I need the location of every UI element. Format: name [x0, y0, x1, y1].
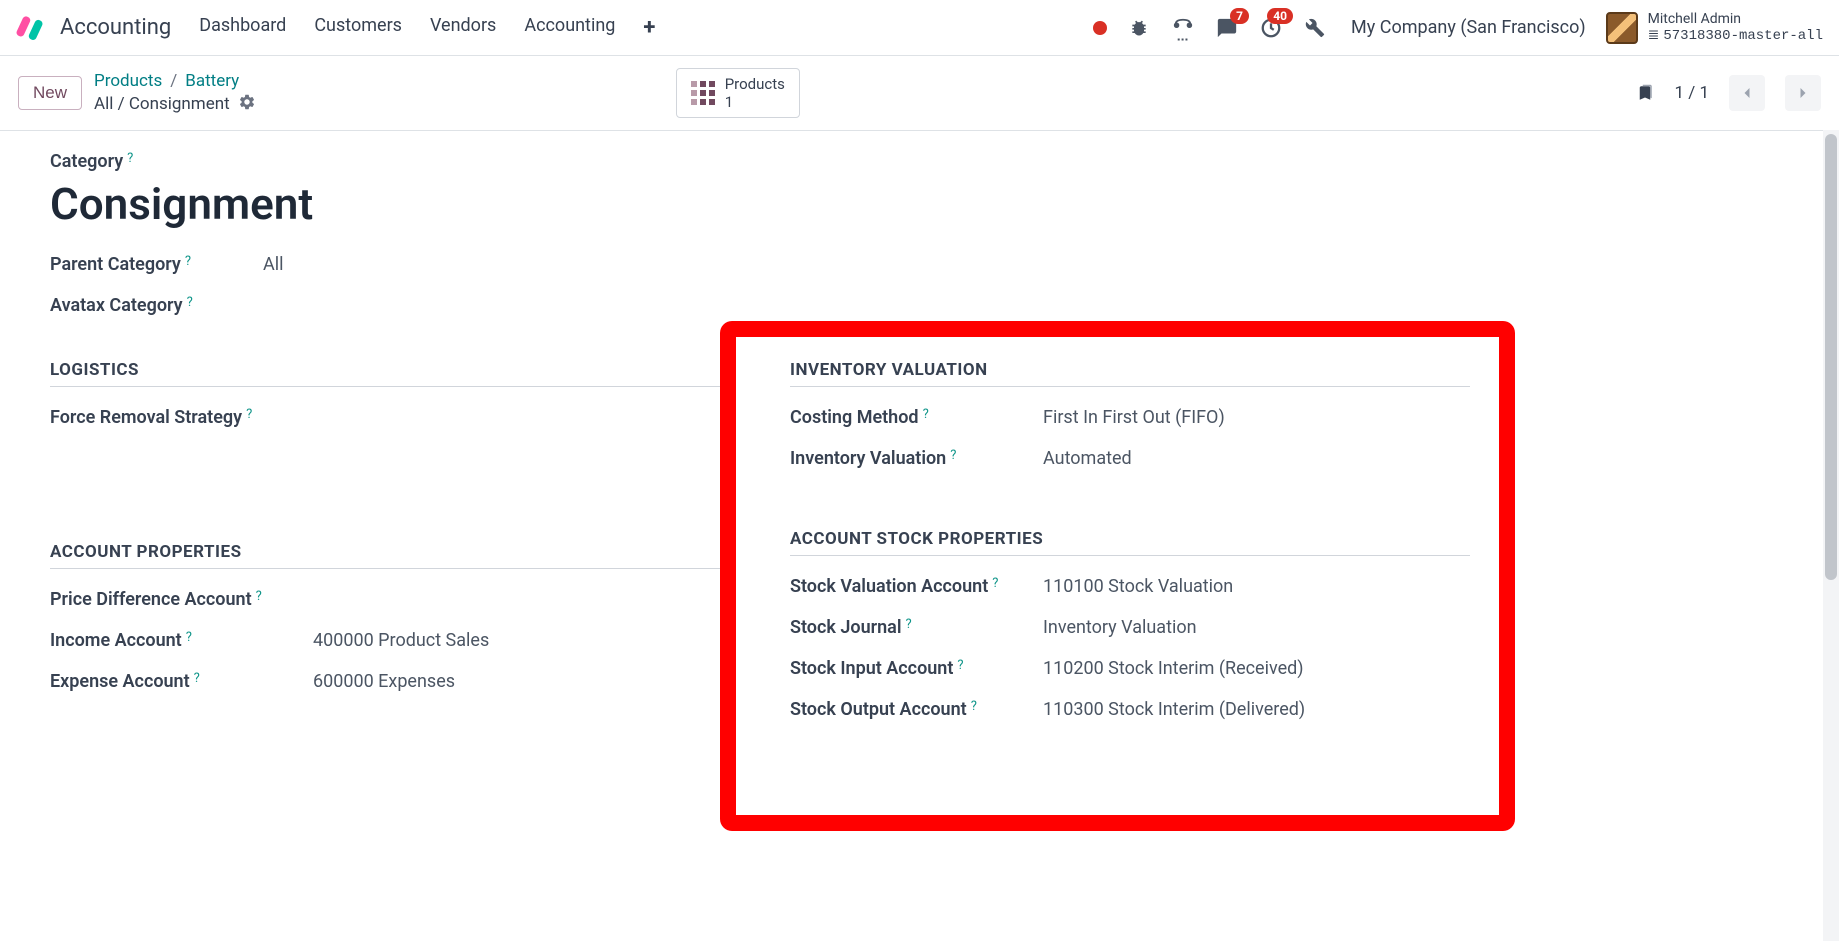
messages-badge: 7	[1230, 8, 1249, 24]
menu-accounting[interactable]: Accounting	[524, 15, 615, 40]
control-panel: New Products / Battery All / Consignment…	[0, 56, 1839, 131]
stock-output-account-label: Stock Output Account?	[790, 699, 1015, 720]
app-name[interactable]: Accounting	[60, 15, 171, 40]
parent-category-value[interactable]: All	[263, 254, 284, 275]
inventory-valuation-label: Inventory Valuation?	[790, 448, 1015, 469]
systray: ▪▪▪ 7 40	[1093, 16, 1327, 40]
price-diff-label: Price Difference Account?	[50, 589, 285, 610]
stock-valuation-account-value[interactable]: 110100 Stock Valuation	[1043, 576, 1233, 597]
stock-valuation-account-label: Stock Valuation Account?	[790, 576, 1015, 597]
top-navbar: Accounting Dashboard Customers Vendors A…	[0, 0, 1839, 56]
list-icon	[691, 81, 715, 105]
pager-text[interactable]: 1 / 1	[1674, 83, 1709, 103]
parent-category-label: Parent Category?	[50, 254, 235, 275]
breadcrumb-current: All / Consignment	[94, 94, 230, 114]
scrollbar[interactable]	[1823, 130, 1839, 941]
stock-input-account-label: Stock Input Account?	[790, 658, 1015, 679]
income-account-label: Income Account?	[50, 630, 285, 651]
account-stock-section-title: Account Stock Properties	[790, 529, 1470, 556]
help-icon[interactable]: ?	[246, 407, 252, 422]
account-properties-section-title: Account Properties	[50, 542, 730, 569]
help-icon[interactable]: ?	[957, 658, 963, 673]
breadcrumb-battery[interactable]: Battery	[185, 71, 239, 91]
income-account-value[interactable]: 400000 Product Sales	[313, 630, 489, 651]
user-menu[interactable]: Mitchell Admin ≣57318380-master-all	[1606, 11, 1823, 45]
stock-output-account-value[interactable]: 110300 Stock Interim (Delivered)	[1043, 699, 1305, 720]
bug-icon[interactable]	[1127, 16, 1151, 40]
menu-customers[interactable]: Customers	[314, 15, 402, 40]
form-view: Category? Consignment Parent Category? A…	[0, 131, 1520, 942]
expense-account-label: Expense Account?	[50, 671, 285, 692]
help-icon[interactable]: ?	[971, 699, 977, 714]
inventory-valuation-value[interactable]: Automated	[1043, 448, 1132, 469]
logistics-section-title: Logistics	[50, 360, 730, 387]
bookmark-icon[interactable]	[1636, 82, 1654, 104]
main-menu: Dashboard Customers Vendors Accounting +	[199, 15, 1085, 40]
force-removal-label: Force Removal Strategy?	[50, 407, 285, 428]
menu-vendors[interactable]: Vendors	[430, 15, 496, 40]
add-menu-icon[interactable]: +	[643, 15, 655, 40]
help-icon[interactable]: ?	[127, 151, 133, 166]
avatax-category-label: Avatax Category?	[50, 295, 235, 316]
help-icon[interactable]: ?	[906, 617, 912, 632]
stock-journal-label: Stock Journal?	[790, 617, 1015, 638]
help-icon[interactable]: ?	[256, 589, 262, 604]
page-title[interactable]: Consignment	[50, 178, 1470, 230]
company-selector[interactable]: My Company (San Francisco)	[1351, 17, 1586, 38]
app-logo[interactable]	[16, 14, 44, 42]
database-name: ≣57318380-master-all	[1648, 28, 1823, 45]
new-button[interactable]: New	[18, 76, 82, 110]
messages-icon[interactable]: 7	[1215, 16, 1239, 40]
menu-dashboard[interactable]: Dashboard	[199, 15, 286, 40]
phone-icon[interactable]: ▪▪▪	[1171, 16, 1195, 40]
help-icon[interactable]: ?	[992, 576, 998, 591]
activities-icon[interactable]: 40	[1259, 16, 1283, 40]
category-label: Category?	[50, 151, 133, 172]
pager-prev-button[interactable]	[1729, 75, 1765, 111]
tools-icon[interactable]	[1303, 16, 1327, 40]
help-icon[interactable]: ?	[187, 295, 193, 310]
inventory-valuation-section-title: Inventory Valuation	[790, 360, 1470, 387]
products-stat-button[interactable]: Products 1	[676, 68, 800, 118]
scrollbar-thumb[interactable]	[1825, 134, 1837, 580]
stock-input-account-value[interactable]: 110200 Stock Interim (Received)	[1043, 658, 1304, 679]
pager-next-button[interactable]	[1785, 75, 1821, 111]
stat-label: Products	[725, 75, 785, 93]
avatar	[1606, 12, 1638, 44]
stat-count: 1	[725, 93, 785, 111]
gear-icon[interactable]	[238, 93, 256, 116]
breadcrumb-sep: /	[170, 71, 177, 91]
help-icon[interactable]: ?	[194, 671, 200, 686]
breadcrumb-products[interactable]: Products	[94, 71, 162, 91]
breadcrumb: Products / Battery	[94, 71, 256, 91]
help-icon[interactable]: ?	[185, 254, 191, 269]
help-icon[interactable]: ?	[950, 448, 956, 463]
user-name: Mitchell Admin	[1648, 11, 1823, 28]
expense-account-value[interactable]: 600000 Expenses	[313, 671, 455, 692]
help-icon[interactable]: ?	[186, 630, 192, 645]
costing-method-value[interactable]: First In First Out (FIFO)	[1043, 407, 1225, 428]
help-icon[interactable]: ?	[923, 407, 929, 422]
stock-journal-value[interactable]: Inventory Valuation	[1043, 617, 1197, 638]
record-indicator-icon[interactable]	[1093, 21, 1107, 35]
activities-badge: 40	[1267, 8, 1293, 24]
costing-method-label: Costing Method?	[790, 407, 1015, 428]
